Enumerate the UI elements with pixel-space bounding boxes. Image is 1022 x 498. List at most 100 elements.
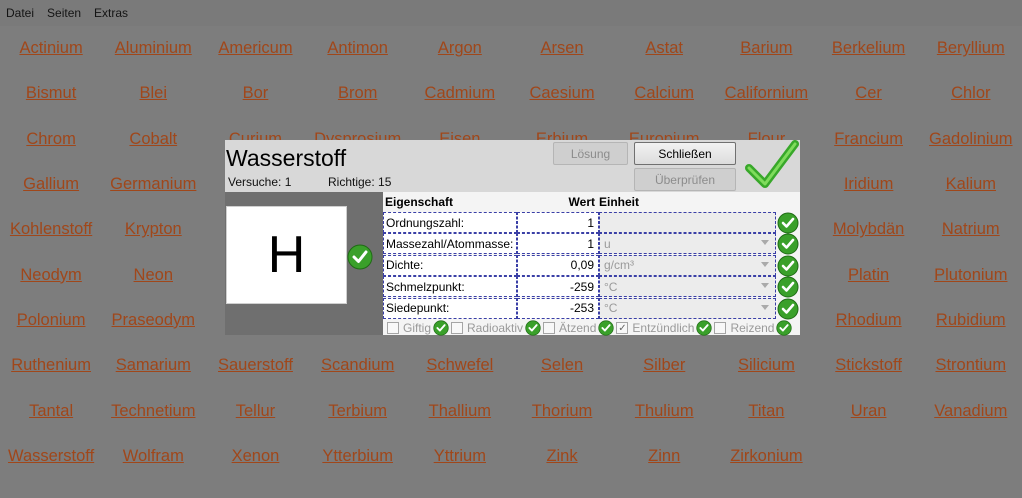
value-input[interactable]: -253 (517, 297, 599, 319)
chevron-down-icon (761, 240, 769, 246)
checkbox[interactable] (387, 322, 399, 334)
element-link[interactable]: Samarium (102, 343, 204, 388)
element-link[interactable]: Molybdän (818, 207, 920, 252)
element-link[interactable]: Wasserstoff (0, 434, 102, 479)
menu-datei[interactable]: Datei (6, 6, 34, 20)
checkbox[interactable]: ✓ (616, 322, 629, 334)
element-link[interactable]: Americum (204, 26, 306, 71)
element-link[interactable]: Neodym (0, 252, 102, 297)
element-link[interactable]: Gallium (0, 162, 102, 207)
property-row: Schmelzpunkt: -259 °C (383, 276, 800, 298)
element-link[interactable]: Cer (818, 71, 920, 116)
element-link[interactable]: Cadmium (409, 71, 511, 116)
checkbox[interactable] (543, 322, 556, 334)
element-link[interactable]: Thorium (511, 388, 613, 433)
element-link[interactable]: Strontium (920, 343, 1022, 388)
element-link[interactable]: Francium (818, 117, 920, 162)
element-link[interactable]: Chlor (920, 71, 1022, 116)
element-link[interactable]: Aluminium (102, 26, 204, 71)
value-input[interactable]: 0,09 (517, 254, 599, 276)
element-link[interactable]: Ytterbium (307, 434, 409, 479)
checkbox[interactable] (714, 322, 727, 334)
element-link[interactable]: Rhodium (818, 298, 920, 343)
solution-button[interactable]: Lösung (553, 142, 628, 165)
element-link[interactable]: Yttrium (409, 434, 511, 479)
element-link[interactable]: Zirkonium (715, 434, 817, 479)
element-link[interactable]: Scandium (307, 343, 409, 388)
check-button[interactable]: Überprüfen (634, 168, 736, 191)
element-link[interactable]: Krypton (102, 207, 204, 252)
element-link[interactable]: Ruthenium (0, 343, 102, 388)
element-link[interactable]: Titan (715, 388, 817, 433)
unit-select[interactable] (599, 212, 776, 233)
value-input[interactable]: 1 (517, 233, 599, 255)
correct-label: Richtige: 15 (328, 175, 392, 189)
element-link[interactable]: Thallium (409, 388, 511, 433)
element-link[interactable]: Iridium (818, 162, 920, 207)
element-link[interactable]: Polonium (0, 298, 102, 343)
element-link[interactable]: Natrium (920, 207, 1022, 252)
element-link[interactable]: Arsen (511, 26, 613, 71)
element-link[interactable]: Vanadium (920, 388, 1022, 433)
unit-select[interactable]: °C (599, 297, 776, 319)
element-link[interactable]: Uran (818, 388, 920, 433)
element-link[interactable]: Tantal (0, 388, 102, 433)
hazard-flag[interactable]: Ätzend (543, 320, 615, 336)
element-link[interactable]: Gadolinium (920, 117, 1022, 162)
unit-select[interactable]: °C (599, 276, 776, 298)
element-link[interactable]: Schwefel (409, 343, 511, 388)
element-link[interactable]: Bor (204, 71, 306, 116)
hazard-flag[interactable]: ✓ Entzündlich (616, 320, 713, 336)
element-link[interactable]: Selen (511, 343, 613, 388)
element-link[interactable]: Argon (409, 26, 511, 71)
element-link[interactable]: Cobalt (102, 117, 204, 162)
element-link[interactable]: Sauerstoff (204, 343, 306, 388)
element-link[interactable]: Zinn (613, 434, 715, 479)
element-link[interactable]: Plutonium (920, 252, 1022, 297)
element-link[interactable]: Technetium (102, 388, 204, 433)
element-link[interactable]: Terbium (307, 388, 409, 433)
value-input[interactable]: 1 (517, 212, 599, 233)
property-row: Siedepunkt: -253 °C (383, 297, 800, 320)
value-input[interactable]: -259 (517, 276, 599, 298)
element-link[interactable]: Kalium (920, 162, 1022, 207)
menu-extras[interactable]: Extras (94, 6, 128, 20)
element-link[interactable]: Tellur (204, 388, 306, 433)
element-link[interactable]: Rubidium (920, 298, 1022, 343)
properties-table: Eigenschaft Wert Einheit Ordnungszahl: 1 M… (383, 192, 800, 336)
element-link[interactable]: Barium (715, 26, 817, 71)
element-link[interactable]: Chrom (0, 117, 102, 162)
close-button[interactable]: Schließen (634, 142, 736, 165)
hazard-flag[interactable]: Reizend (714, 320, 793, 336)
element-link[interactable]: Antimon (307, 26, 409, 71)
element-link[interactable]: Berkelium (818, 26, 920, 71)
element-link[interactable]: Blei (102, 71, 204, 116)
element-link[interactable]: Silber (613, 343, 715, 388)
row-check-icon (777, 212, 799, 234)
element-link[interactable]: Bismut (0, 71, 102, 116)
element-link[interactable]: Thulium (613, 388, 715, 433)
element-link[interactable]: Wolfram (102, 434, 204, 479)
element-link[interactable]: Beryllium (920, 26, 1022, 71)
element-link[interactable]: Platin (818, 252, 920, 297)
element-link[interactable]: Stickstoff (818, 343, 920, 388)
hazard-flag[interactable]: Radioaktiv (451, 320, 541, 336)
unit-select[interactable]: u (599, 233, 776, 255)
element-link[interactable]: Zink (511, 434, 613, 479)
element-link[interactable]: Calcium (613, 71, 715, 116)
menu-seiten[interactable]: Seiten (47, 6, 81, 20)
element-link[interactable]: Silicium (715, 343, 817, 388)
element-link[interactable]: Germanium (102, 162, 204, 207)
unit-select[interactable]: g/cm³ (599, 254, 776, 276)
hazard-flag[interactable]: Giftig (387, 320, 449, 336)
element-link[interactable]: Xenon (204, 434, 306, 479)
element-link[interactable]: Caesium (511, 71, 613, 116)
element-link[interactable]: Brom (307, 71, 409, 116)
element-link[interactable]: Actinium (0, 26, 102, 71)
element-link[interactable]: Californium (715, 71, 817, 116)
element-link[interactable]: Praseodym (102, 298, 204, 343)
checkbox[interactable] (451, 322, 464, 334)
element-link[interactable]: Kohlenstoff (0, 207, 102, 252)
element-link[interactable]: Astat (613, 26, 715, 71)
element-link[interactable]: Neon (102, 252, 204, 297)
